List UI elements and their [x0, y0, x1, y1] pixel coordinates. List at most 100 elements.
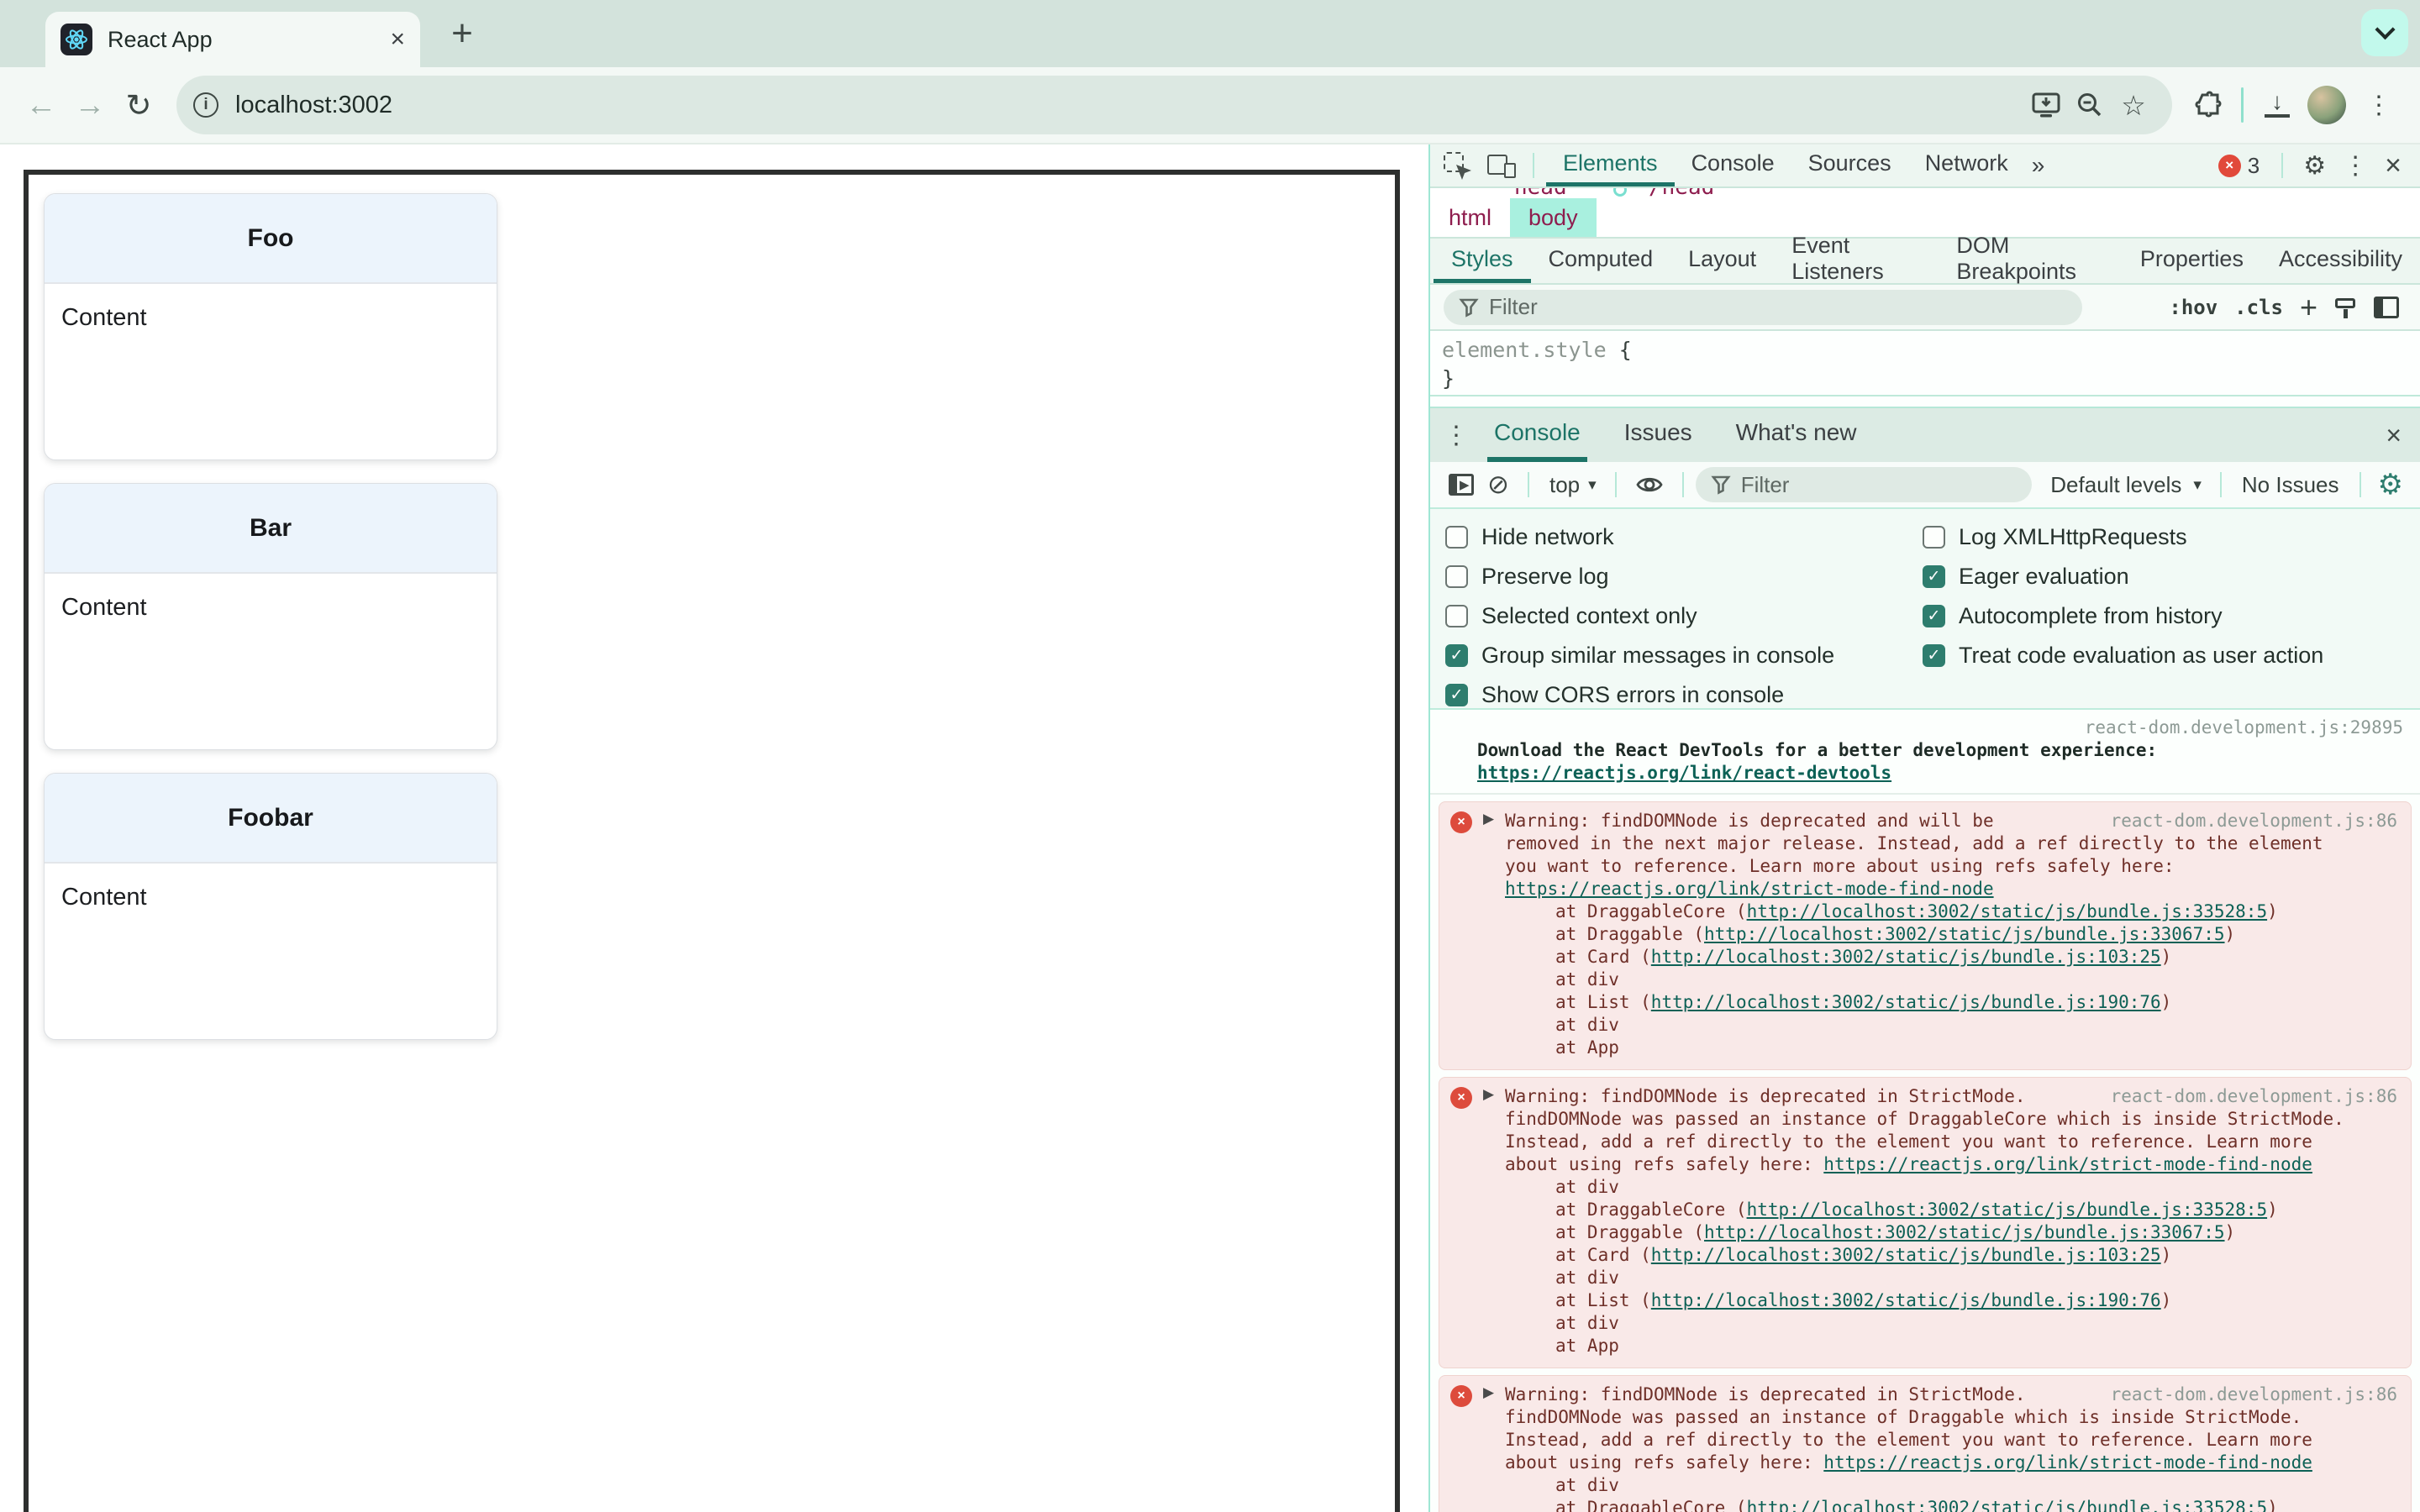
new-tab-button[interactable]: +	[440, 12, 484, 55]
console-sidebar-icon[interactable]: ▶	[1449, 474, 1474, 496]
devtools-close-icon[interactable]: ×	[2385, 150, 2402, 182]
expand-icon[interactable]: ▶	[1483, 811, 1494, 827]
forward-button[interactable]: →	[66, 87, 114, 123]
tab-computed[interactable]: Computed	[1531, 239, 1671, 283]
bookmark-star-icon[interactable]: ☆	[2112, 89, 2155, 122]
console-setting[interactable]: Preserve log	[1445, 557, 1834, 596]
console-setting[interactable]: Log XMLHttpRequests	[1923, 517, 2323, 557]
devtools-menu-icon[interactable]: ⋮	[2343, 151, 2368, 181]
card[interactable]: Foobar Content	[44, 773, 497, 1040]
pseudo-state-button[interactable]: :hov	[2169, 296, 2217, 319]
tab-sources[interactable]: Sources	[1791, 144, 1908, 186]
devtools-settings-gear-icon[interactable]: ⚙	[2303, 151, 2326, 181]
reload-button[interactable]: ↻	[114, 87, 163, 123]
console-setting[interactable]: ✓ Eager evaluation	[1923, 557, 2323, 596]
source-link[interactable]: react-dom.development.js:86	[2111, 810, 2397, 832]
tab-close-icon[interactable]: ×	[390, 27, 405, 52]
install-app-icon[interactable]	[2024, 91, 2068, 119]
site-info-icon[interactable]: i	[193, 92, 218, 118]
checkbox[interactable]	[1445, 605, 1468, 627]
card[interactable]: Foo Content	[44, 193, 497, 460]
issues-counter[interactable]: No Issues	[2242, 472, 2339, 498]
clear-console-icon[interactable]: ⊘	[1487, 470, 1509, 500]
checkbox[interactable]: ✓	[1923, 565, 1945, 588]
stack-link[interactable]: http://localhost:3002/static/js/bundle.j…	[1651, 992, 2161, 1012]
toggle-sidebar-icon[interactable]	[2374, 296, 2399, 318]
tab-styles[interactable]: Styles	[1434, 239, 1531, 283]
zoom-out-icon[interactable]	[2068, 91, 2112, 119]
card-header[interactable]: Foobar	[45, 774, 497, 864]
tab-search-button[interactable]	[2361, 9, 2408, 56]
message-link[interactable]: https://reactjs.org/link/strict-mode-fin…	[1823, 1154, 2312, 1174]
tab-network[interactable]: Network	[1908, 144, 2025, 186]
console-filter-input[interactable]: Filter	[1695, 467, 2032, 502]
console-setting[interactable]: ✓ Show CORS errors in console	[1445, 675, 1834, 715]
source-link[interactable]: react-dom.development.js:29895	[1477, 717, 2403, 739]
console-setting[interactable]: Selected context only	[1445, 596, 1834, 636]
stack-link[interactable]: http://localhost:3002/static/js/bundle.j…	[1704, 924, 2225, 944]
expand-icon[interactable]: ▶	[1483, 1086, 1494, 1103]
message-link[interactable]: https://reactjs.org/link/strict-mode-fin…	[1505, 879, 1994, 899]
stack-link[interactable]: http://localhost:3002/static/js/bundle.j…	[1651, 1290, 2161, 1310]
checkbox[interactable]: ✓	[1923, 605, 1945, 627]
card-header[interactable]: Bar	[45, 484, 497, 574]
tab-properties[interactable]: Properties	[2123, 239, 2261, 283]
card-header[interactable]: Foo	[45, 194, 497, 284]
tab-elements[interactable]: Elements	[1546, 144, 1675, 186]
device-toolbar-icon[interactable]	[1487, 153, 1516, 178]
checkbox[interactable]: ✓	[1923, 644, 1945, 667]
breadcrumb-body[interactable]: body	[1510, 198, 1597, 237]
checkbox[interactable]	[1445, 565, 1468, 588]
styles-filter-input[interactable]: Filter	[1444, 289, 2082, 325]
browser-tab[interactable]: React App ×	[45, 12, 420, 67]
execution-context-selector[interactable]: top	[1549, 472, 1580, 498]
tab-event-listeners[interactable]: Event Listeners	[1774, 233, 1939, 284]
browser-menu-icon[interactable]: ⋮	[2354, 91, 2403, 120]
extensions-icon[interactable]	[2186, 90, 2229, 120]
paint-roller-icon[interactable]	[2333, 297, 2359, 318]
error-count[interactable]: 3	[2248, 153, 2260, 179]
checkbox[interactable]: ✓	[1445, 684, 1468, 706]
checkbox[interactable]	[1445, 526, 1468, 549]
downloads-icon[interactable]: ↓	[2255, 90, 2299, 118]
log-levels-dropdown[interactable]: Default levels	[2050, 472, 2181, 498]
source-link[interactable]: react-dom.development.js:86	[2111, 1085, 2397, 1108]
console-setting[interactable]: ✓ Group similar messages in console	[1445, 636, 1834, 675]
tab-dom-breakpoints[interactable]: DOM Breakpoints	[1939, 233, 2123, 284]
console-setting[interactable]: ✓ Treat code evaluation as user action	[1923, 636, 2323, 675]
tab-accessibility[interactable]: Accessibility	[2261, 239, 2420, 283]
drawer-close-icon[interactable]: ×	[2386, 408, 2402, 462]
source-link[interactable]: react-dom.development.js:86	[2111, 1383, 2397, 1406]
address-bar[interactable]: i localhost:3002 ☆	[176, 76, 2172, 134]
element-classes-button[interactable]: .cls	[2234, 296, 2283, 319]
message-link[interactable]: https://reactjs.org/link/react-devtools	[1477, 763, 1891, 783]
stack-link[interactable]: http://localhost:3002/static/js/bundle.j…	[1704, 1222, 2225, 1242]
drawer-tab-console[interactable]: Console	[1487, 408, 1587, 462]
back-button[interactable]: ←	[17, 87, 66, 123]
stack-link[interactable]: http://localhost:3002/static/js/bundle.j…	[1747, 1498, 2268, 1512]
inspect-element-icon[interactable]	[1444, 152, 1471, 180]
message-link[interactable]: https://reactjs.org/link/strict-mode-fin…	[1823, 1452, 2312, 1473]
drawer-tab-issues[interactable]: Issues	[1618, 408, 1699, 462]
stack-link[interactable]: http://localhost:3002/static/js/bundle.j…	[1747, 901, 2268, 921]
drawer-menu-icon[interactable]: ⋮	[1444, 408, 1469, 462]
stack-link[interactable]: http://localhost:3002/static/js/bundle.j…	[1651, 947, 2161, 967]
live-expression-eye-icon[interactable]	[1635, 474, 1664, 496]
console-setting[interactable]: ✓ Autocomplete from history	[1923, 596, 2323, 636]
url-text[interactable]: localhost:3002	[235, 92, 2024, 119]
profile-avatar[interactable]	[2307, 86, 2346, 124]
tab-console[interactable]: Console	[1675, 144, 1791, 186]
checkbox[interactable]	[1923, 526, 1945, 549]
stack-link[interactable]: http://localhost:3002/static/js/bundle.j…	[1747, 1200, 2268, 1220]
checkbox[interactable]: ✓	[1445, 644, 1468, 667]
stack-link[interactable]: http://localhost:3002/static/js/bundle.j…	[1651, 1245, 2161, 1265]
new-style-rule-button[interactable]: +	[2300, 290, 2317, 325]
expand-icon[interactable]: ▶	[1483, 1384, 1494, 1401]
console-setting[interactable]: Hide network	[1445, 517, 1834, 557]
breadcrumb-html[interactable]: html	[1430, 198, 1510, 237]
console-settings-gear-icon[interactable]: ⚙	[2378, 468, 2403, 501]
card[interactable]: Bar Content	[44, 483, 497, 750]
more-tabs-icon[interactable]: »	[2025, 144, 2052, 186]
drawer-tab-what-s-new[interactable]: What's new	[1729, 408, 1864, 462]
element-style-block[interactable]: element.style { }	[1430, 331, 2420, 396]
